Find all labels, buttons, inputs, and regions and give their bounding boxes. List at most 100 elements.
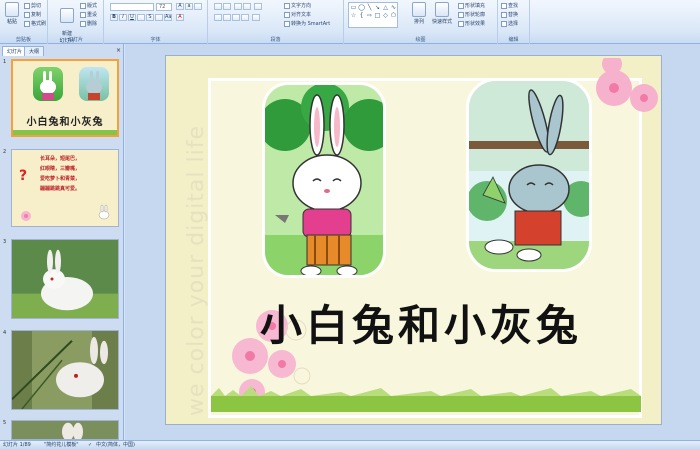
white-rabbit-picture[interactable] — [262, 82, 386, 278]
underline-button[interactable]: U — [128, 14, 136, 21]
smartart-icon — [284, 20, 290, 27]
list-item[interactable]: 1 小白兔和小灰兔 — [0, 59, 124, 141]
font-name-combo[interactable] — [110, 3, 154, 11]
thumb-slide-1[interactable]: 小白兔和小灰兔 — [11, 59, 119, 137]
quick-styles-button[interactable]: 快速样式 — [430, 2, 454, 25]
replace-icon — [501, 11, 507, 18]
clipboard-group: 粘贴 剪切 复制 格式刷 剪贴板 — [0, 0, 48, 44]
cut-button[interactable]: 剪切 — [24, 2, 41, 10]
list-item[interactable]: 4 — [0, 330, 124, 412]
text-direction-icon — [284, 2, 290, 9]
flower-decoration-icon — [596, 58, 658, 112]
white-rabbit-photo — [12, 240, 118, 318]
theme-name: "简约花儿模板" — [44, 442, 79, 448]
rabbit-icon — [98, 204, 110, 220]
tab-outline[interactable]: 大纲 — [24, 46, 45, 56]
curve-shape-icon: ∿ — [390, 4, 397, 11]
effects-icon — [458, 20, 464, 27]
change-case-button[interactable]: Aa — [164, 14, 172, 21]
find-button[interactable]: 查找 — [501, 2, 518, 10]
arrange-icon — [412, 2, 426, 17]
reset-button[interactable]: 重设 — [80, 11, 97, 19]
align-left-button[interactable] — [214, 14, 222, 21]
clear-format-button[interactable] — [194, 3, 202, 10]
align-text-button[interactable]: 对齐文本 — [284, 11, 311, 19]
slide-title[interactable]: 小白兔和小灰兔 — [246, 292, 596, 353]
font-group-label: 字体 — [150, 37, 161, 43]
paste-button[interactable]: 粘贴 — [3, 2, 21, 25]
increase-indent-button[interactable] — [243, 3, 251, 10]
delete-button[interactable]: 删除 — [80, 20, 97, 28]
white-rabbit-image — [33, 67, 63, 101]
shapes-gallery[interactable]: ▭ ◯ ╲ ↘ △ ∿ ☆{⇨ □ ◇ ⬠ — [348, 2, 398, 28]
thumb-slide-4[interactable] — [11, 330, 119, 410]
align-right-button[interactable] — [232, 14, 240, 21]
diamond-shape-icon: ◇ — [383, 12, 388, 19]
layout-icon — [80, 2, 86, 9]
list-item[interactable]: 2 ? 长耳朵，短尾巴， 红眼睛，三瓣嘴， 爱吃萝卜和青菜， 蹦蹦跳跳真可爱。 — [0, 149, 124, 231]
shadow-button[interactable]: S — [146, 14, 154, 21]
language-indicator[interactable]: 中文(简体，中国) — [96, 441, 135, 449]
thumb-riddle-text: 长耳朵，短尾巴， 红眼睛，三瓣嘴， 爱吃萝卜和青菜， 蹦蹦跳跳真可爱。 — [40, 156, 81, 192]
gray-rabbit-image — [79, 67, 109, 101]
gray-rabbit-picture[interactable] — [466, 78, 592, 272]
thumb-slide-2[interactable]: ? 长耳朵，短尾巴， 红眼睛，三瓣嘴， 爱吃萝卜和青菜， 蹦蹦跳跳真可爱。 — [11, 149, 119, 227]
drawing-group-label: 绘图 — [415, 37, 426, 43]
font-group: 72 A a B I U S Aa A 字体 — [104, 0, 208, 44]
font-size-combo[interactable]: 72 — [156, 3, 172, 11]
question-mark-icon: ? — [19, 168, 28, 184]
ribbon: 粘贴 剪切 复制 格式刷 剪贴板 新建 幻灯片 版式 重设 删除 幻灯片 72 … — [0, 0, 700, 44]
arrow-right-shape-icon: ⇨ — [366, 12, 373, 19]
copy-button[interactable]: 复制 — [24, 11, 41, 19]
clipboard-group-label: 剪贴板 — [15, 37, 31, 43]
list-item[interactable]: 5 — [0, 420, 124, 440]
line-spacing-button[interactable] — [254, 3, 262, 10]
paragraph-group: 文字方向 对齐文本 转换为 SmartArt 段落 — [208, 0, 344, 44]
binoculars-icon — [501, 2, 507, 9]
grass-strip — [211, 386, 641, 412]
columns-button[interactable] — [252, 14, 260, 21]
arrange-button[interactable]: 排列 — [410, 2, 428, 25]
select-button[interactable]: 选择 — [501, 20, 518, 28]
thumb-slide-3[interactable] — [11, 239, 119, 319]
decrease-indent-button[interactable] — [234, 3, 242, 10]
brace-shape-icon: { — [359, 12, 364, 19]
list-item[interactable]: 3 — [0, 239, 124, 321]
triangle-shape-icon: △ — [383, 4, 388, 11]
layout-button[interactable]: 版式 — [80, 2, 97, 10]
bullets-button[interactable] — [214, 3, 222, 10]
close-icon[interactable]: × — [116, 47, 121, 54]
editing-group: 查找 替换 选择 编辑 — [498, 0, 530, 44]
quick-styles-icon — [435, 2, 449, 17]
strikethrough-button[interactable] — [137, 14, 145, 21]
replace-button[interactable]: 替换 — [501, 11, 518, 19]
shape-outline-button[interactable]: 形状轮廓 — [458, 11, 485, 19]
new-slide-icon — [60, 8, 74, 23]
bold-button[interactable]: B — [110, 14, 118, 21]
numbering-button[interactable] — [223, 3, 231, 10]
shape-fill-button[interactable]: 形状填充 — [458, 2, 485, 10]
font-color-button[interactable]: A — [176, 14, 184, 21]
thumb-number: 1 — [3, 59, 7, 65]
shape-effects-button[interactable]: 形状效果 — [458, 20, 485, 28]
text-direction-button[interactable]: 文字方向 — [284, 2, 311, 10]
char-spacing-button[interactable] — [155, 14, 163, 21]
white-rabbit-illustration — [265, 85, 383, 275]
shrink-font-button[interactable]: a — [185, 3, 193, 10]
grow-font-button[interactable]: A — [176, 3, 184, 10]
spellcheck-icon[interactable]: ✓ — [88, 441, 92, 449]
align-center-button[interactable] — [223, 14, 231, 21]
oval-shape-icon: ◯ — [358, 4, 365, 11]
justify-button[interactable] — [241, 14, 249, 21]
paste-icon — [5, 2, 19, 17]
thumb-grass — [13, 130, 117, 135]
smartart-button[interactable]: 转换为 SmartArt — [284, 20, 330, 28]
thumb-slide-5[interactable] — [11, 420, 119, 440]
format-painter-button[interactable]: 格式刷 — [24, 20, 46, 28]
brush-icon — [24, 20, 30, 27]
current-slide[interactable]: we color your digital life 小白兔和小灰兔 — [165, 55, 662, 425]
italic-button[interactable]: I — [119, 14, 127, 21]
thumb-number: 3 — [3, 239, 7, 245]
thumb-number: 2 — [3, 149, 7, 155]
drawing-group: ▭ ◯ ╲ ↘ △ ∿ ☆{⇨ □ ◇ ⬠ 排列 快速样式 形状填充 形状轮廓 形状效果 绘图 — [344, 0, 498, 44]
